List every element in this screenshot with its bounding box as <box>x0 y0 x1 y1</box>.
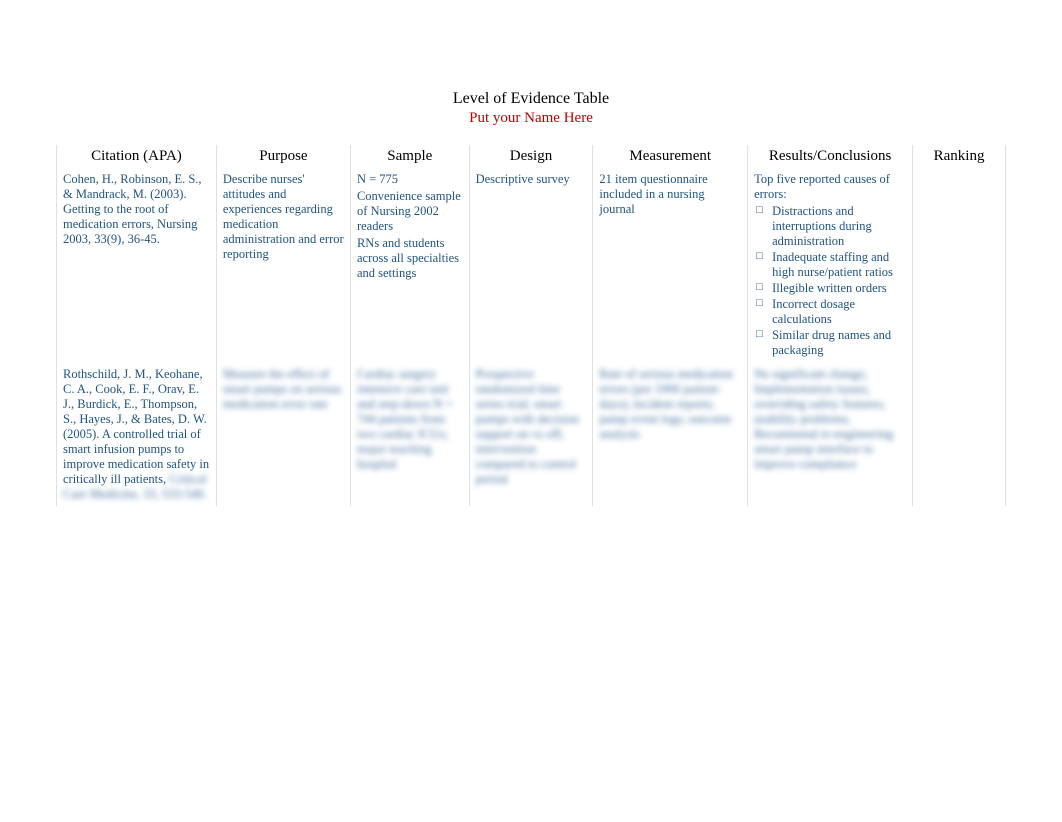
results-item: Distractions and interruptions during ad… <box>756 204 906 249</box>
table-row: Rothschild, J. M., Keohane, C. A., Cook,… <box>57 363 1006 506</box>
citation-visible: Rothschild, J. M., Keohane, C. A., Cook,… <box>63 367 209 486</box>
evidence-table: Citation (APA) Purpose Sample Design Mea… <box>56 145 1006 506</box>
table-header-row: Citation (APA) Purpose Sample Design Mea… <box>57 145 1006 168</box>
cell-measurement: 21 item questionnaire included in a nurs… <box>593 168 748 363</box>
cell-sample: N = 775 Convenience sample of Nursing 20… <box>350 168 469 363</box>
cell-purpose: Describe nurses' attitudes and experienc… <box>216 168 350 363</box>
blurred-text: Cardiac surgery intensive care unit and … <box>357 367 463 472</box>
results-item: Incorrect dosage calculations <box>756 297 906 327</box>
cell-purpose: Measure the effect of smart pumps on ser… <box>216 363 350 506</box>
blurred-text: Prospective randomized time series trial… <box>476 367 587 487</box>
header-design: Design <box>469 145 593 168</box>
results-list: Distractions and interruptions during ad… <box>754 204 906 358</box>
sample-desc2: RNs and students across all specialties … <box>357 236 463 281</box>
table-row: Cohen, H., Robinson, E. S., & Mandrack, … <box>57 168 1006 363</box>
header-sample: Sample <box>350 145 469 168</box>
header-measurement: Measurement <box>593 145 748 168</box>
cell-measurement: Rate of serious medication errors (per 1… <box>593 363 748 506</box>
sample-desc1: Convenience sample of Nursing 2002 reade… <box>357 189 463 234</box>
results-item: Similar drug names and packaging <box>756 328 906 358</box>
cell-ranking <box>913 363 1006 506</box>
blurred-text: No significant change; Implementation is… <box>754 367 906 472</box>
cell-design: Prospective randomized time series trial… <box>469 363 593 506</box>
cell-sample: Cardiac surgery intensive care unit and … <box>350 363 469 506</box>
sample-n: N = 775 <box>357 172 463 187</box>
results-intro: Top five reported causes of errors: <box>754 172 906 202</box>
page-title: Level of Evidence Table <box>40 90 1022 108</box>
cell-results: Top five reported causes of errors: Dist… <box>748 168 913 363</box>
cell-design: Descriptive survey <box>469 168 593 363</box>
cell-citation: Rothschild, J. M., Keohane, C. A., Cook,… <box>57 363 217 506</box>
header-ranking: Ranking <box>913 145 1006 168</box>
results-item: Inadequate staffing and high nurse/patie… <box>756 250 906 280</box>
cell-results: No significant change; Implementation is… <box>748 363 913 506</box>
blurred-text: Measure the effect of smart pumps on ser… <box>223 367 344 412</box>
cell-ranking <box>913 168 1006 363</box>
header-purpose: Purpose <box>216 145 350 168</box>
page-subtitle: Put your Name Here <box>40 110 1022 127</box>
header-citation: Citation (APA) <box>57 145 217 168</box>
results-item: Illegible written orders <box>756 281 906 296</box>
header-results: Results/Conclusions <box>748 145 913 168</box>
blurred-text: Rate of serious medication errors (per 1… <box>599 367 741 442</box>
cell-citation: Cohen, H., Robinson, E. S., & Mandrack, … <box>57 168 217 363</box>
